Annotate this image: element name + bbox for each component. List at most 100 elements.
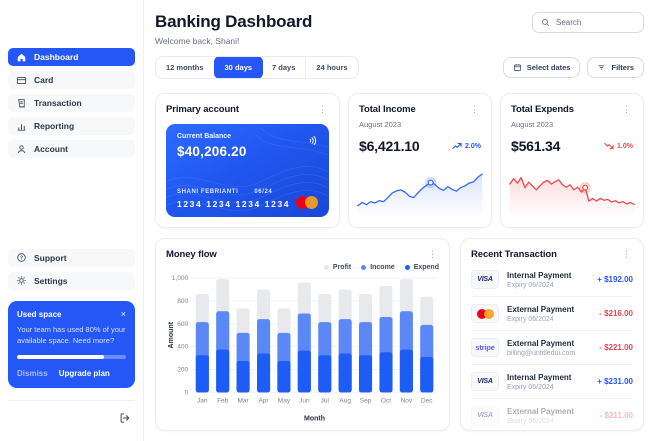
tab-30-days[interactable]: 30 days [214,56,264,79]
transaction-row[interactable]: VISA Internal Payment Expiry 06/2024 + $… [471,365,633,399]
user-icon [16,144,27,155]
filters-button[interactable]: Filters [587,57,644,78]
card-title: Recent Transaction [471,249,557,260]
main-content: Banking Dashboard Welcome back, Shani! 1… [144,0,660,441]
receipt-icon [16,98,27,109]
card-expiry: 06/24 [254,189,272,195]
income-sparkline-chart [356,162,484,218]
legend-label: Expend [414,264,439,271]
transaction-title: External Payment [507,305,591,314]
card-title: Money flow [166,249,217,260]
sidebar-item-card[interactable]: Card [8,71,135,89]
svg-text:Jun: Jun [299,397,310,404]
storage-progress-bar [17,355,126,359]
sidebar-item-dashboard[interactable]: Dashboard [8,48,135,66]
svg-text:1,000: 1,000 [172,275,189,282]
filters-label: Filters [611,63,634,72]
card-title: Total Expends [511,104,574,115]
income-value: $6,421.10 [359,138,419,154]
trend-badge: 1.0% [604,142,633,150]
visa-logo: VISA [471,270,499,289]
search-icon [541,18,550,27]
svg-text:600: 600 [177,321,188,328]
svg-text:Mar: Mar [238,397,250,404]
sidebar-item-settings[interactable]: Settings [8,272,135,290]
svg-text:Jul: Jul [321,397,330,404]
transaction-title: Internal Payment [507,271,589,280]
logout-button[interactable] [119,411,131,429]
svg-text:Month: Month [304,416,325,423]
legend-label: Income [370,264,395,271]
transaction-title: External Payment [507,407,592,416]
sidebar-item-label: Account [34,144,68,154]
transaction-amount: + $231.00 [597,377,633,386]
kebab-menu-icon[interactable]: ⋮ [468,105,481,114]
sidebar-item-transaction[interactable]: Transaction [8,94,135,112]
trend-value: 1.0% [617,143,633,150]
card-title: Total Income [359,104,416,115]
upgrade-plan-button[interactable]: Upgrade plan [59,369,110,378]
sidebar-nav: Dashboard Card Transaction Reporting Acc… [8,48,135,163]
dismiss-button[interactable]: Dismiss [17,369,48,378]
svg-text:Sep: Sep [360,397,372,404]
transaction-row[interactable]: VISA Internal Payment Expiry 06/2024 + $… [471,263,633,297]
card-number: 1234 1234 1234 1234 [177,199,290,209]
credit-card[interactable]: Current Balance $40,206.20 SHANI FEBRIAN… [166,124,329,217]
select-dates-button[interactable]: Select dates [503,57,581,78]
svg-text:Apr: Apr [258,397,269,404]
transaction-row[interactable]: External Payment Expiry 06/2024 - $216.0… [471,297,633,331]
gear-icon [16,275,27,286]
help-icon: ? [16,252,27,263]
sidebar-item-account[interactable]: Account [8,140,135,158]
close-icon[interactable]: × [121,310,126,319]
kebab-menu-icon[interactable]: ⋮ [426,250,439,259]
transaction-list: VISA Internal Payment Expiry 06/2024 + $… [471,263,633,431]
svg-text:?: ? [20,255,23,261]
kebab-menu-icon[interactable]: ⋮ [620,250,633,259]
svg-text:200: 200 [177,367,188,374]
sidebar-item-label: Reporting [34,121,74,131]
sidebar-item-label: Settings [34,276,68,286]
money-flow-card: Money flow ⋮ Profit Income Expend 020040… [155,238,450,431]
search-input[interactable] [556,18,635,27]
used-space-body: Your team has used 80% of your available… [17,324,126,347]
search-box[interactable] [532,12,644,33]
kebab-menu-icon[interactable]: ⋮ [316,105,329,114]
contactless-icon [307,133,318,144]
svg-text:Nov: Nov [401,397,413,404]
sidebar-item-support[interactable]: ? Support [8,249,135,267]
transaction-row[interactable]: VISA External Payment Expiry 06/2024 - $… [471,399,633,431]
card-holder: SHANI FEBRIANTI [177,189,238,195]
storage-progress-fill [17,355,104,359]
transaction-title: Internal Payment [507,373,589,382]
date-range-tabs: 12 months 30 days 7 days 24 hours [155,56,359,79]
expends-value: $561.34 [511,138,560,154]
sidebar-item-reporting[interactable]: Reporting [8,117,135,135]
sidebar-item-label: Support [34,253,67,263]
visa-logo: VISA [471,372,499,391]
transaction-amount: - $211.00 [600,411,633,420]
transaction-title: External Payment [507,339,591,348]
sidebar-item-label: Card [34,75,53,85]
topbar: Banking Dashboard Welcome back, Shani! [155,12,644,46]
used-space-title: Used space [17,310,61,319]
trend-badge: 2.0% [452,142,481,150]
tab-7-days[interactable]: 7 days [262,57,306,78]
trend-value: 2.0% [465,143,481,150]
chart-legend: Profit Income Expend [166,264,439,271]
svg-text:Dec: Dec [421,397,433,404]
welcome-text: Welcome back, Shani! [155,36,312,46]
tab-12-months[interactable]: 12 months [156,57,215,78]
tab-24-hours[interactable]: 24 hours [306,57,357,78]
svg-text:May: May [278,397,291,404]
filter-lines-icon [597,63,606,72]
sidebar-spacer [8,163,135,249]
transaction-subtitle: Expiry 06/2024 [507,282,589,289]
kebab-menu-icon[interactable]: ⋮ [620,105,633,114]
expend-legend-dot [405,265,410,270]
total-expends-card: Total Expends ⋮ August 2023 $561.34 1.0% [500,93,644,228]
transaction-row[interactable]: stripe External Payment billing@untitled… [471,331,633,365]
home-icon [16,52,27,63]
card-title: Primary account [166,104,239,115]
used-space-card: Used space × Your team has used 80% of y… [8,301,135,389]
